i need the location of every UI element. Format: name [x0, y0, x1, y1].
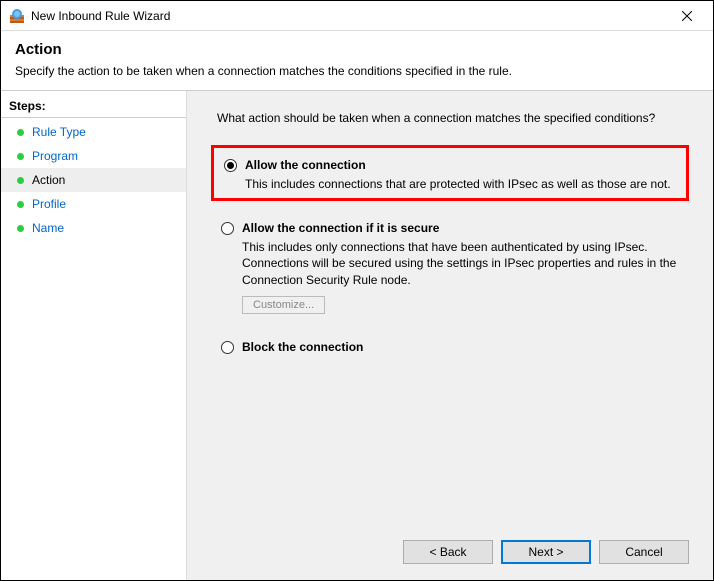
option-description: This includes connections that are prote…	[245, 176, 676, 192]
step-action[interactable]: Action	[1, 168, 186, 192]
step-profile[interactable]: Profile	[1, 192, 186, 216]
bullet-icon	[17, 129, 24, 136]
firewall-icon	[9, 8, 25, 24]
radio-icon	[224, 159, 237, 172]
step-rule-type[interactable]: Rule Type	[1, 120, 186, 144]
back-button[interactable]: < Back	[403, 540, 493, 564]
step-label: Name	[32, 221, 64, 235]
close-button[interactable]	[667, 2, 707, 30]
step-name[interactable]: Name	[1, 216, 186, 240]
page-title: Action	[15, 41, 699, 58]
titlebar: New Inbound Rule Wizard	[1, 1, 713, 31]
step-label: Profile	[32, 197, 66, 211]
wizard-window: New Inbound Rule Wizard Action Specify t…	[0, 0, 714, 581]
content-area: Steps: Rule Type Program Action Profile …	[1, 90, 713, 580]
radio-icon	[221, 222, 234, 235]
option-title: Block the connection	[242, 340, 363, 354]
steps-header: Steps:	[1, 95, 186, 118]
option-title: Allow the connection	[245, 158, 366, 172]
radio-block[interactable]: Block the connection	[221, 340, 679, 354]
window-title: New Inbound Rule Wizard	[31, 9, 667, 23]
page-description: Specify the action to be taken when a co…	[15, 64, 699, 78]
option-title: Allow the connection if it is secure	[242, 221, 439, 235]
radio-allow[interactable]: Allow the connection	[224, 158, 676, 172]
main-panel: What action should be taken when a conne…	[187, 91, 713, 580]
cancel-button[interactable]: Cancel	[599, 540, 689, 564]
option-block: Block the connection	[211, 330, 689, 360]
button-bar: < Back Next > Cancel	[211, 532, 689, 568]
option-allow-secure: Allow the connection if it is secure Thi…	[211, 211, 689, 320]
step-label: Rule Type	[32, 125, 86, 139]
option-description: This includes only connections that have…	[242, 239, 679, 288]
option-allow: Allow the connection This includes conne…	[211, 145, 689, 201]
bullet-icon	[17, 177, 24, 184]
header: Action Specify the action to be taken wh…	[1, 31, 713, 90]
question-text: What action should be taken when a conne…	[217, 111, 689, 125]
next-button[interactable]: Next >	[501, 540, 591, 564]
customize-button: Customize...	[242, 296, 325, 314]
steps-sidebar: Steps: Rule Type Program Action Profile …	[1, 91, 187, 580]
step-label: Program	[32, 149, 78, 163]
bullet-icon	[17, 225, 24, 232]
radio-icon	[221, 341, 234, 354]
step-label: Action	[32, 173, 65, 187]
bullet-icon	[17, 201, 24, 208]
bullet-icon	[17, 153, 24, 160]
step-program[interactable]: Program	[1, 144, 186, 168]
radio-allow-secure[interactable]: Allow the connection if it is secure	[221, 221, 679, 235]
